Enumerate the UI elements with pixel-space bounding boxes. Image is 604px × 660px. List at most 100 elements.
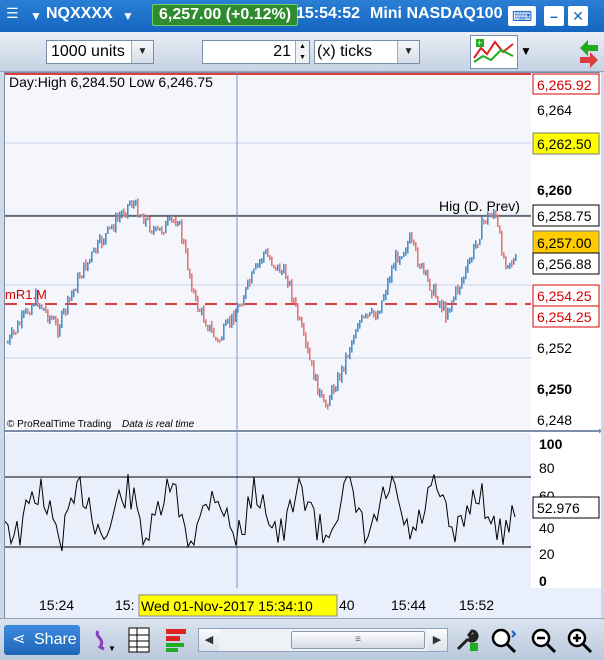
tick-bar xyxy=(205,319,207,327)
tick-bar xyxy=(303,322,305,336)
wrench-icon[interactable] xyxy=(454,627,480,653)
tick-bar xyxy=(277,264,279,271)
tick-bar xyxy=(193,288,195,294)
price-chart[interactable]: Day:High 6,284.50 Low 6,246.75 Hig (D. P… xyxy=(4,73,601,619)
tick-bar xyxy=(267,248,269,258)
tick-bar xyxy=(31,303,33,316)
osc-value: 52.976 xyxy=(537,500,580,516)
chart-area[interactable]: Day:High 6,284.50 Low 6,246.75 Hig (D. P… xyxy=(4,72,601,619)
indicators-icon[interactable]: + xyxy=(470,35,518,69)
tick-bar xyxy=(21,310,23,329)
tick-bar xyxy=(189,268,191,279)
stepper-arrows-icon[interactable]: ▲ ▼ xyxy=(295,41,309,63)
tick-bar xyxy=(433,284,435,296)
tick-bar xyxy=(505,255,507,270)
tick-bar xyxy=(449,308,451,313)
tick-bar xyxy=(337,371,339,392)
list-icon[interactable]: ☰ xyxy=(6,5,19,22)
chevron-down-icon[interactable]: ▼ xyxy=(131,41,153,63)
tick-bar xyxy=(361,314,363,323)
tick-bar xyxy=(395,249,397,271)
tick-bar xyxy=(125,212,127,219)
table-icon[interactable] xyxy=(128,627,150,653)
tick-bar xyxy=(195,289,197,302)
share-button[interactable]: ⋖ Share xyxy=(4,625,80,655)
tick-bar xyxy=(119,211,121,223)
tick-bar xyxy=(509,262,511,270)
price-tick: 6,248 xyxy=(537,412,572,428)
tick-bar xyxy=(329,395,331,407)
tag-r1b: 6,254.25 xyxy=(537,309,592,325)
keyboard-icon[interactable]: ⌨ xyxy=(508,6,536,26)
tick-bar xyxy=(111,224,113,230)
tick-bar xyxy=(377,310,379,320)
tick-bar xyxy=(83,262,85,279)
tick-bar xyxy=(207,324,209,332)
horizontal-scrollbar[interactable]: ◀ ≡ ▶ xyxy=(198,628,448,652)
scroll-left-icon[interactable]: ◀ xyxy=(199,629,219,651)
tick-bar xyxy=(379,310,381,315)
chevron-down-icon[interactable]: ▼ xyxy=(397,41,419,63)
tick-bar xyxy=(187,248,189,271)
tick-bar xyxy=(273,264,275,269)
clock-time: 15:54:52 xyxy=(296,5,361,22)
order-book-icon[interactable] xyxy=(164,627,188,653)
prev-high-label: Hig (D. Prev) xyxy=(439,198,520,214)
tick-bar xyxy=(89,258,91,264)
share-label: Share xyxy=(34,631,77,648)
tick-bar xyxy=(283,263,285,274)
tick-bar xyxy=(45,305,47,313)
units-dropdown[interactable]: 1000 units ▼ xyxy=(46,40,154,64)
tick-bar xyxy=(375,311,377,321)
tick-bar xyxy=(173,219,175,224)
tick-bar xyxy=(435,283,437,299)
tick-bar xyxy=(101,235,103,249)
tick-bar xyxy=(371,307,373,314)
chevron-down-icon[interactable]: ▼ xyxy=(520,44,532,58)
tick-bar xyxy=(451,300,453,312)
tick-bar xyxy=(369,312,371,317)
zoom-auto-icon[interactable] xyxy=(490,627,518,655)
tick-bar xyxy=(275,266,277,271)
tick-bar xyxy=(97,239,99,254)
sync-icon[interactable] xyxy=(576,34,602,70)
scroll-thumb[interactable]: ≡ xyxy=(291,631,425,649)
tick-bar xyxy=(355,329,357,339)
tick-bar xyxy=(513,257,515,265)
tick-bar xyxy=(391,265,393,283)
tick-bar xyxy=(153,225,155,235)
symbol-label[interactable]: NQXXXX xyxy=(46,5,113,23)
tick-bar xyxy=(259,258,261,269)
tick-bar xyxy=(41,304,43,310)
drawing-tool-icon[interactable]: ▼ xyxy=(92,627,118,653)
units-value: 1000 units xyxy=(51,43,125,60)
scroll-right-icon[interactable]: ▶ xyxy=(427,629,447,651)
tick-bar xyxy=(381,300,383,314)
tick-bar xyxy=(423,262,425,275)
chart-toolbar: 1000 units ▼ 21 ▲ ▼ (x) ticks ▼ + ▼ xyxy=(0,32,604,72)
chevron-down-icon[interactable]: ▼ xyxy=(122,9,134,23)
close-icon[interactable]: ✕ xyxy=(568,6,588,26)
tick-bar xyxy=(289,280,291,287)
tick-bar xyxy=(33,303,35,307)
ticks-type-dropdown[interactable]: (x) ticks ▼ xyxy=(314,40,420,64)
tick-bar xyxy=(155,226,157,232)
tick-bar xyxy=(343,366,345,372)
tick-bar xyxy=(137,198,139,218)
tick-bar xyxy=(335,386,337,392)
ticks-stepper[interactable]: 21 ▲ ▼ xyxy=(202,40,310,64)
tick-bar xyxy=(417,247,419,268)
tick-bar xyxy=(243,295,245,306)
zoom-out-icon[interactable] xyxy=(530,627,558,655)
tick-bar xyxy=(131,200,133,208)
price-change-badge: 6,257.00 (+0.12%) xyxy=(152,4,299,26)
tick-bar xyxy=(147,215,149,221)
chevron-down-icon[interactable]: ▼ xyxy=(30,9,42,23)
tick-bar xyxy=(271,256,273,267)
tick-bar xyxy=(459,286,461,295)
zoom-in-icon[interactable] xyxy=(566,627,594,655)
tick-bar xyxy=(419,263,421,269)
minimize-icon[interactable]: – xyxy=(544,6,564,26)
tick-bar xyxy=(409,232,411,244)
tick-bar xyxy=(511,260,513,268)
